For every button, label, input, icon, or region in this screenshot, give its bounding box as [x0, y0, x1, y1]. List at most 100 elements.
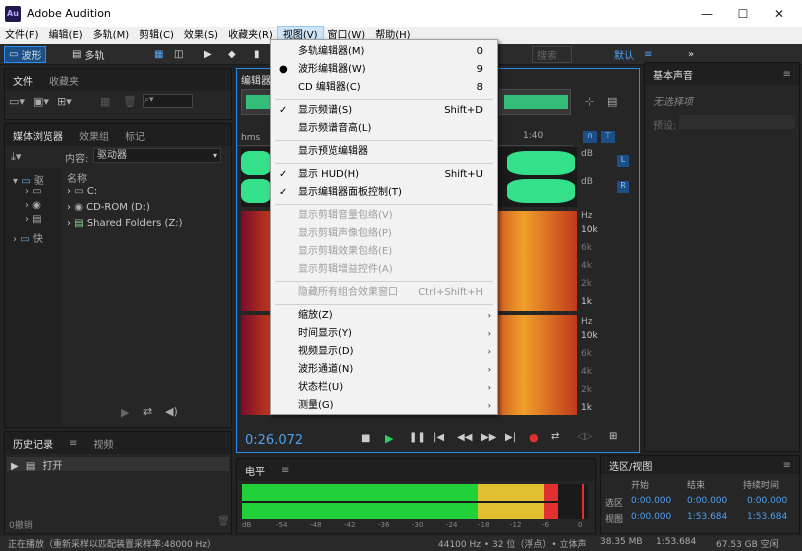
- spectral-view-icon[interactable]: ▦: [150, 46, 167, 63]
- tree-item-c[interactable]: › ▭: [25, 186, 42, 197]
- volume-icon[interactable]: ◀): [165, 405, 178, 418]
- more-workspaces-icon[interactable]: »: [684, 46, 698, 63]
- content-dropdown[interactable]: 驱动器 ▾: [93, 148, 221, 163]
- view-duration-value[interactable]: 1:53.684: [747, 512, 787, 522]
- import-icon[interactable]: ▣▾: [33, 95, 49, 108]
- tab-essential-sound[interactable]: 基本声音: [645, 67, 701, 82]
- menu-item-status-bar[interactable]: 状态栏(U) ›: [271, 379, 497, 397]
- waveform-mode-button[interactable]: ▭ 波形: [4, 46, 47, 63]
- overview-strip-right[interactable]: [499, 89, 571, 115]
- tab-selection-view[interactable]: 选区/视图: [601, 458, 660, 473]
- delete-icon[interactable]: 🗑: [123, 95, 137, 108]
- tree-item-z[interactable]: › ▤: [25, 214, 42, 225]
- view-end-value[interactable]: 1:53.684: [687, 512, 727, 522]
- new-file-icon[interactable]: ⊞▾: [57, 95, 72, 108]
- tab-levels[interactable]: 电平: [237, 463, 273, 478]
- menu-item-metering[interactable]: 测量(G) ›: [271, 397, 497, 415]
- sel-duration-value[interactable]: 0:00.000: [747, 496, 787, 506]
- current-time-display[interactable]: 0:26.072: [245, 433, 303, 448]
- tree-item-drives[interactable]: ▾ ▭ 驱: [13, 172, 44, 187]
- menu-file[interactable]: 文件(F): [0, 27, 44, 44]
- open-file-icon[interactable]: ▭▾: [9, 95, 25, 108]
- name-column-header[interactable]: 名称: [67, 170, 87, 185]
- tab-history[interactable]: 历史记录: [5, 436, 61, 451]
- preset-dropdown[interactable]: [679, 115, 795, 129]
- tab-video[interactable]: 视频: [85, 436, 121, 451]
- tab-files[interactable]: 文件: [5, 73, 41, 88]
- panel-menu-icon[interactable]: ≡: [775, 69, 799, 80]
- menu-item-video-display[interactable]: 视频显示(D) ›: [271, 343, 497, 361]
- loop-playback-icon[interactable]: ⇄: [551, 431, 559, 442]
- menu-item-multitrack-editor[interactable]: 多轨编辑器(M) 0: [271, 43, 497, 61]
- tab-favorites[interactable]: 收藏夹: [41, 73, 87, 88]
- drive-row-cdrom[interactable]: › ◉ CD-ROM (D:): [67, 202, 227, 213]
- toolbar-search-field[interactable]: 搜索: [532, 46, 572, 63]
- loop-icon[interactable]: ⇄: [143, 405, 152, 418]
- menu-edit[interactable]: 编辑(E): [44, 27, 88, 44]
- menu-item-time-display[interactable]: 时间显示(Y) ›: [271, 325, 497, 343]
- pitch-view-icon[interactable]: ◫: [170, 46, 187, 63]
- rewind-button[interactable]: ◀◀: [457, 432, 472, 443]
- menu-item-clip-gain-control[interactable]: 显示剪辑增益控件(A): [271, 261, 497, 279]
- levels-menu-icon[interactable]: ≡: [273, 465, 297, 476]
- menu-effects[interactable]: 效果(S): [179, 27, 223, 44]
- play-button[interactable]: ▶: [385, 432, 393, 445]
- media-download-icon[interactable]: ⤓▾: [11, 150, 21, 164]
- tab-editor[interactable]: 编辑器: [241, 72, 271, 87]
- menu-item-hide-effect-windows[interactable]: 隐藏所有组合效果窗口 Ctrl+Shift+H: [271, 284, 497, 302]
- maximize-button[interactable]: ☐: [726, 0, 760, 27]
- drive-row-shared[interactable]: › ▤ Shared Folders (Z:): [67, 218, 227, 229]
- drive-row-c[interactable]: › ▭ C:: [67, 186, 227, 197]
- go-to-start-button[interactable]: |◀: [433, 432, 444, 443]
- history-menu-icon[interactable]: ≡: [61, 438, 85, 449]
- tree-item-shortcuts[interactable]: › ▭ 快: [13, 230, 43, 245]
- skip-icon[interactable]: ◁▷: [577, 431, 592, 442]
- fast-forward-button[interactable]: ▶▶: [481, 432, 496, 443]
- files-search-input[interactable]: ⌕▾: [143, 94, 193, 108]
- workspace-menu-icon[interactable]: ≡: [640, 46, 656, 63]
- menu-item-show-hud[interactable]: ✓ 显示 HUD(H) Shift+U: [271, 166, 497, 184]
- record-button[interactable]: ●: [529, 431, 539, 444]
- close-button[interactable]: ✕: [762, 0, 796, 27]
- selection-menu-icon[interactable]: ≡: [775, 460, 799, 471]
- history-item-open[interactable]: ▶ ▤ 打开: [7, 457, 229, 472]
- go-to-end-button[interactable]: ▶|: [505, 432, 516, 443]
- tree-item-d[interactable]: › ◉: [25, 200, 41, 211]
- channel-right-toggle[interactable]: R: [617, 181, 629, 193]
- stop-button[interactable]: ■: [361, 433, 370, 444]
- panel-toggle-icon[interactable]: ▤: [607, 95, 617, 108]
- razor-tool-icon[interactable]: ◆: [224, 46, 240, 63]
- move-tool-icon[interactable]: ▶: [200, 46, 216, 63]
- menu-multitrack[interactable]: 多轨(M): [88, 27, 134, 44]
- menu-item-show-spectral-pitch[interactable]: 显示频谱音高(L): [271, 120, 497, 138]
- slip-tool-icon[interactable]: ▮: [250, 46, 264, 63]
- zoom-time-icon[interactable]: ⊞: [609, 431, 617, 442]
- menu-item-waveform-editor[interactable]: ● 波形编辑器(W) 9: [271, 61, 497, 79]
- menu-item-clip-effect-envelope[interactable]: 显示剪辑效果包络(E): [271, 243, 497, 261]
- channel-left-toggle[interactable]: L: [617, 155, 629, 167]
- menu-item-cd-editor[interactable]: CD 编辑器(C) 8: [271, 79, 497, 97]
- menu-item-zoom[interactable]: 缩放(Z) ›: [271, 307, 497, 325]
- menu-item-clip-volume-envelope[interactable]: 显示剪辑音量包络(V): [271, 207, 497, 225]
- multitrack-mode-button[interactable]: ▤ 多轨: [68, 46, 108, 63]
- view-start-value[interactable]: 0:00.000: [631, 512, 671, 522]
- marker-icon[interactable]: ⊤: [601, 131, 615, 143]
- history-delete-icon[interactable]: 🗑: [217, 516, 230, 527]
- menu-clip[interactable]: 剪辑(C): [134, 27, 179, 44]
- menu-item-show-preview-editor[interactable]: 显示预览编辑器: [271, 143, 497, 161]
- menu-item-waveform-channels[interactable]: 波形通道(N) ›: [271, 361, 497, 379]
- menu-item-show-editor-controls[interactable]: ✓ 显示编辑器面板控制(T): [271, 184, 497, 202]
- tab-media-browser[interactable]: 媒体浏览器: [5, 128, 71, 143]
- sel-end-value[interactable]: 0:00.000: [687, 496, 727, 506]
- tab-effects-rack[interactable]: 效果组: [71, 128, 117, 143]
- menu-item-clip-pan-envelope[interactable]: 显示剪辑声像包络(P): [271, 225, 497, 243]
- tab-markers[interactable]: 标记: [117, 128, 153, 143]
- pause-button[interactable]: ❚❚: [409, 432, 426, 443]
- zoom-hud-icon[interactable]: ⊹: [585, 95, 594, 108]
- menu-item-show-spectral[interactable]: ✓ 显示频谱(S) Shift+D: [271, 102, 497, 120]
- insert-icon[interactable]: ▦: [100, 95, 110, 108]
- snap-icon[interactable]: ∩: [583, 131, 597, 143]
- sel-start-value[interactable]: 0:00.000: [631, 496, 671, 506]
- play-preview-icon[interactable]: ▶: [121, 406, 129, 419]
- workspace-default[interactable]: 默认: [610, 46, 638, 63]
